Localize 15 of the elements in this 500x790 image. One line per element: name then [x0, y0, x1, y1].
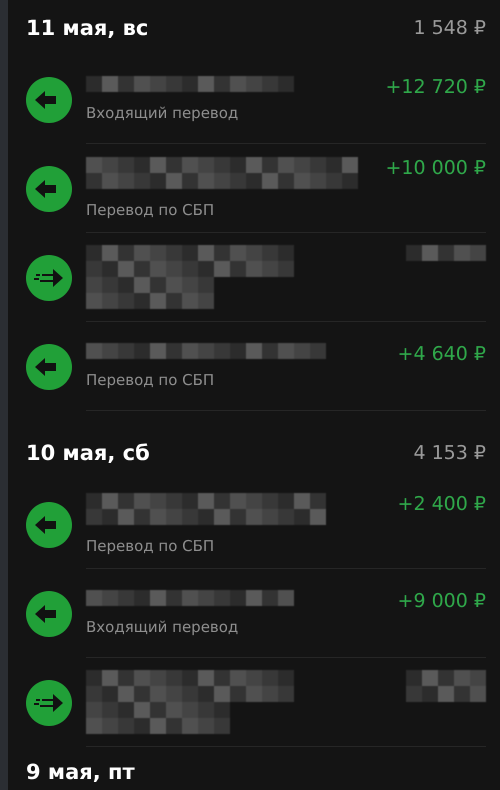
date-heading: 10 мая, сб [26, 440, 150, 464]
day-total: 4 153 ₽ [413, 442, 486, 464]
transaction-type: Перевод по СБП [86, 371, 216, 389]
transaction-amount: +10 000 ₽ [385, 157, 486, 179]
transaction-type: Входящий перевод [86, 104, 240, 122]
transaction-type: Перевод по СБП [86, 537, 216, 555]
date-heading: 9 мая, пт [26, 760, 135, 784]
transaction-amount: +9 000 ₽ [398, 590, 486, 612]
transaction-amount: +4 640 ₽ [398, 343, 486, 365]
day-total: 1 548 ₽ [413, 16, 486, 38]
transaction-type: Перевод по СБП [86, 201, 216, 219]
transaction-amount: +2 400 ₽ [398, 493, 486, 515]
transaction-type: Входящий перевод [86, 618, 240, 636]
transaction-amount: +12 720 ₽ [385, 76, 486, 98]
date-heading: 11 мая, вс [26, 16, 148, 40]
